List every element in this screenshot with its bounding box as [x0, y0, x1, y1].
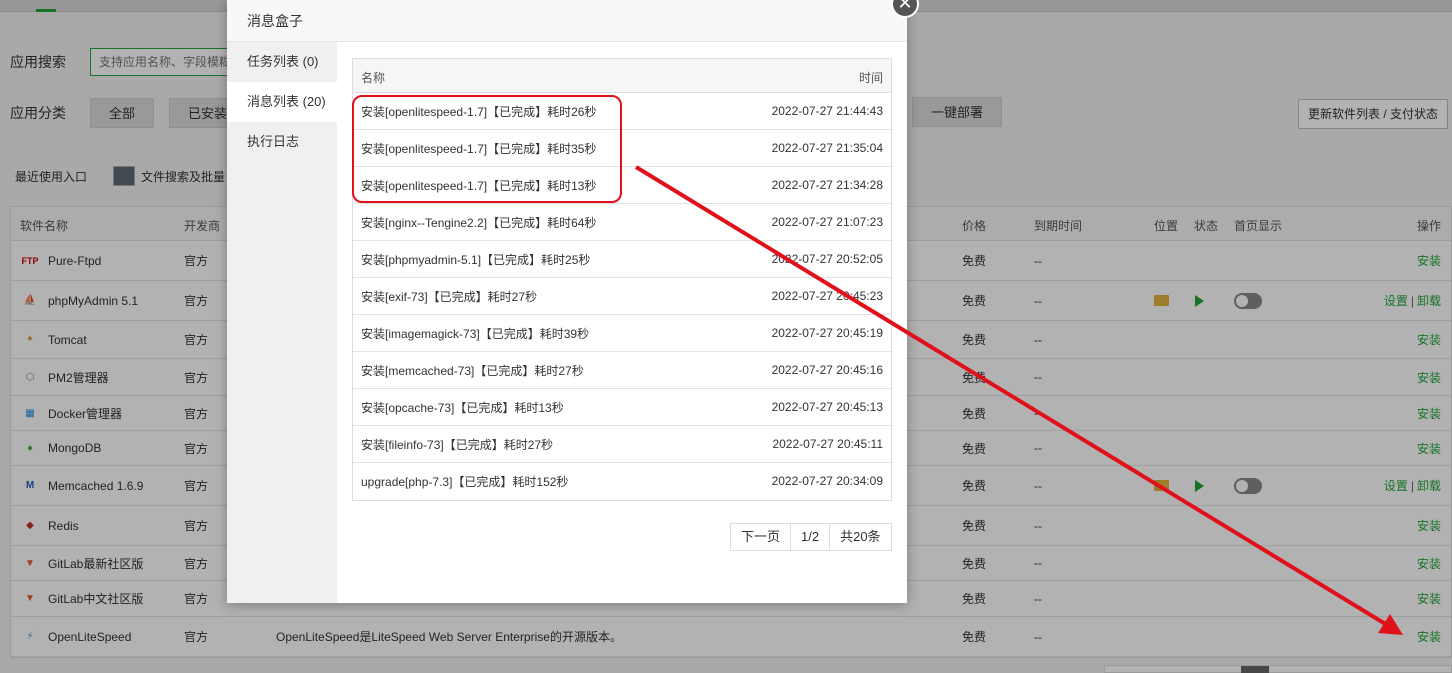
message-row: 安装[openlitespeed-1.7]【已完成】耗时13秒 2022-07-2…	[353, 167, 891, 204]
message-row: 安装[opcache-73]【已完成】耗时13秒 2022-07-27 20:45…	[353, 389, 891, 426]
page-indicator: 1/2	[791, 524, 831, 550]
message-name: 安装[imagemagick-73]【已完成】耗时39秒	[361, 327, 590, 341]
message-time: 2022-07-27 20:52:05	[771, 252, 883, 266]
message-name: 安装[fileinfo-73]【已完成】耗时27秒	[361, 438, 554, 452]
message-row: 安装[imagemagick-73]【已完成】耗时39秒 2022-07-27 2…	[353, 315, 891, 352]
message-row: 安装[phpmyadmin-5.1]【已完成】耗时25秒 2022-07-27 2…	[353, 241, 891, 278]
message-table-body: 安装[openlitespeed-1.7]【已完成】耗时26秒 2022-07-2…	[353, 93, 891, 500]
message-name: 安装[phpmyadmin-5.1]【已完成】耗时25秒	[361, 253, 591, 267]
message-name: 安装[opcache-73]【已完成】耗时13秒	[361, 401, 564, 415]
message-row: 安装[nginx--Tengine2.2]【已完成】耗时64秒 2022-07-2…	[353, 204, 891, 241]
message-time: 2022-07-27 21:44:43	[771, 104, 883, 118]
message-time: 2022-07-27 20:45:13	[771, 400, 883, 414]
message-row: 安装[openlitespeed-1.7]【已完成】耗时35秒 2022-07-2…	[353, 130, 891, 167]
message-time: 2022-07-27 20:45:23	[771, 289, 883, 303]
message-time: 2022-07-27 21:35:04	[771, 141, 883, 155]
tab-task-list[interactable]: 任务列表 (0)	[227, 42, 337, 82]
message-name: 安装[openlitespeed-1.7]【已完成】耗时13秒	[361, 179, 597, 193]
message-name: 安装[memcached-73]【已完成】耗时27秒	[361, 364, 584, 378]
message-col-name: 名称	[361, 71, 386, 85]
message-row: 安装[exif-73]【已完成】耗时27秒 2022-07-27 20:45:23	[353, 278, 891, 315]
message-time: 2022-07-27 20:45:16	[771, 363, 883, 377]
next-page-button[interactable]: 下一页	[731, 524, 792, 550]
message-time: 2022-07-27 21:07:23	[771, 215, 883, 229]
message-name: 安装[openlitespeed-1.7]【已完成】耗时26秒	[361, 105, 597, 119]
message-name: 安装[exif-73]【已完成】耗时27秒	[361, 290, 538, 304]
message-name: 安装[openlitespeed-1.7]【已完成】耗时35秒	[361, 142, 597, 156]
dialog-content: 名称 时间 安装[openlitespeed-1.7]【已完成】耗时26秒 202…	[337, 42, 907, 603]
message-pager: 下一页 1/2 共20条	[730, 523, 892, 551]
message-time: 2022-07-27 20:45:11	[772, 437, 883, 451]
message-name: upgrade[php-7.3]【已完成】耗时152秒	[361, 475, 569, 489]
tab-execution-log[interactable]: 执行日志	[227, 122, 337, 162]
message-time: 2022-07-27 21:34:28	[771, 178, 883, 192]
message-time: 2022-07-27 20:45:19	[771, 326, 883, 340]
total-count: 共20条	[830, 524, 891, 550]
message-row: 安装[memcached-73]【已完成】耗时27秒 2022-07-27 20:…	[353, 352, 891, 389]
tab-message-list[interactable]: 消息列表 (20)	[227, 82, 337, 122]
dialog-sidebar: 任务列表 (0) 消息列表 (20) 执行日志	[227, 42, 337, 603]
message-name: 安装[nginx--Tengine2.2]【已完成】耗时64秒	[361, 216, 597, 230]
dialog-title: 消息盒子	[227, 0, 907, 42]
message-time: 2022-07-27 20:34:09	[771, 474, 883, 488]
message-row: 安装[openlitespeed-1.7]【已完成】耗时26秒 2022-07-2…	[353, 93, 891, 130]
message-table-header: 名称 时间	[353, 59, 891, 93]
message-row: 安装[fileinfo-73]【已完成】耗时27秒 2022-07-27 20:4…	[353, 426, 891, 463]
message-box-dialog: 消息盒子 任务列表 (0) 消息列表 (20) 执行日志 名称 时间 安装[op…	[227, 0, 907, 603]
message-col-time: 时间	[858, 71, 883, 85]
message-row: upgrade[php-7.3]【已完成】耗时152秒 2022-07-27 20…	[353, 463, 891, 500]
message-table: 名称 时间 安装[openlitespeed-1.7]【已完成】耗时26秒 202…	[352, 58, 892, 501]
